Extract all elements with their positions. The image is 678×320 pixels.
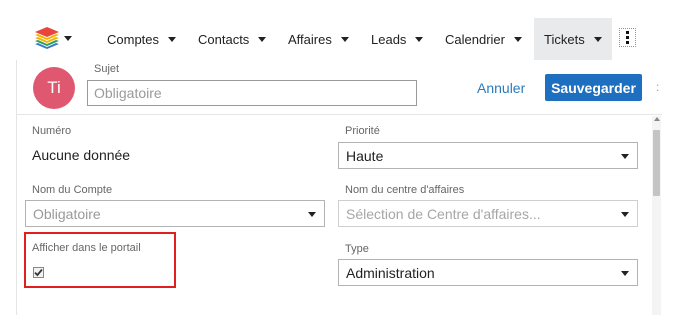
nav-label: Affaires [288, 31, 332, 47]
subject-label: Sujet [94, 63, 120, 75]
business-center-placeholder: Sélection de Centre d'affaires... [346, 205, 541, 222]
overflow-edge-mark: : [656, 80, 660, 94]
nav-label: Leads [371, 31, 407, 47]
chevron-down-icon [308, 212, 316, 217]
field-label-type: Type [345, 243, 369, 255]
nav-label: Tickets [544, 31, 585, 47]
save-button[interactable]: Sauvegarder [545, 74, 642, 101]
nav-item-contacts[interactable]: Contacts [190, 18, 274, 60]
chevron-down-icon [340, 36, 349, 42]
scrollbar-thumb[interactable] [653, 130, 660, 196]
avatar: Ti [33, 67, 75, 109]
chevron-down-icon [621, 212, 629, 217]
priority-select-value: Haute [346, 147, 384, 164]
nav-item-affaires[interactable]: Affaires [280, 18, 357, 60]
business-center-select[interactable]: Sélection de Centre d'affaires... [338, 200, 638, 227]
field-label-priorite: Priorité [345, 125, 380, 137]
nav-item-comptes[interactable]: Comptes [99, 18, 184, 60]
type-select[interactable]: Administration [338, 259, 638, 286]
layers-stack-icon [35, 27, 59, 49]
vertical-dots-icon [626, 31, 629, 44]
chevron-down-icon [621, 154, 629, 159]
chevron-down-icon [415, 36, 424, 42]
account-select[interactable]: Obligatoire [25, 200, 325, 227]
nav-label: Contacts [198, 31, 250, 47]
top-navigation: Comptes Contacts Affaires Leads Calendri… [0, 0, 678, 60]
field-label-compte: Nom du Compte [32, 184, 113, 196]
field-value-numero: Aucune donnée [32, 147, 131, 163]
field-label-numero: Numéro [32, 125, 72, 137]
nav-label: Comptes [107, 31, 160, 47]
nav-label: Calendrier [445, 31, 505, 47]
check-icon [34, 269, 43, 277]
more-menu-button[interactable] [619, 28, 636, 47]
scroll-up-icon[interactable] [654, 117, 660, 121]
nav-item-leads[interactable]: Leads [363, 18, 431, 60]
chevron-down-icon [593, 36, 602, 42]
header-divider [16, 114, 662, 115]
field-label-centre: Nom du centre d'affaires [345, 184, 465, 196]
priority-select[interactable]: Haute [338, 142, 638, 169]
nav-item-tickets[interactable]: Tickets [534, 18, 612, 60]
cancel-button[interactable]: Annuler [473, 76, 529, 100]
type-select-value: Administration [346, 264, 435, 281]
app-menu-button[interactable] [34, 26, 78, 54]
highlight-box [24, 232, 176, 288]
subject-input[interactable] [87, 80, 417, 106]
account-select-placeholder: Obligatoire [33, 205, 101, 222]
chevron-down-icon [258, 36, 267, 42]
chevron-down-icon [513, 36, 522, 42]
chevron-down-icon [621, 271, 629, 276]
portal-checkbox[interactable] [33, 267, 44, 278]
chevron-down-icon [64, 36, 72, 41]
field-label-portail: Afficher dans le portail [32, 242, 141, 254]
nav-item-calendrier[interactable]: Calendrier [437, 18, 530, 60]
chevron-down-icon [168, 36, 177, 42]
